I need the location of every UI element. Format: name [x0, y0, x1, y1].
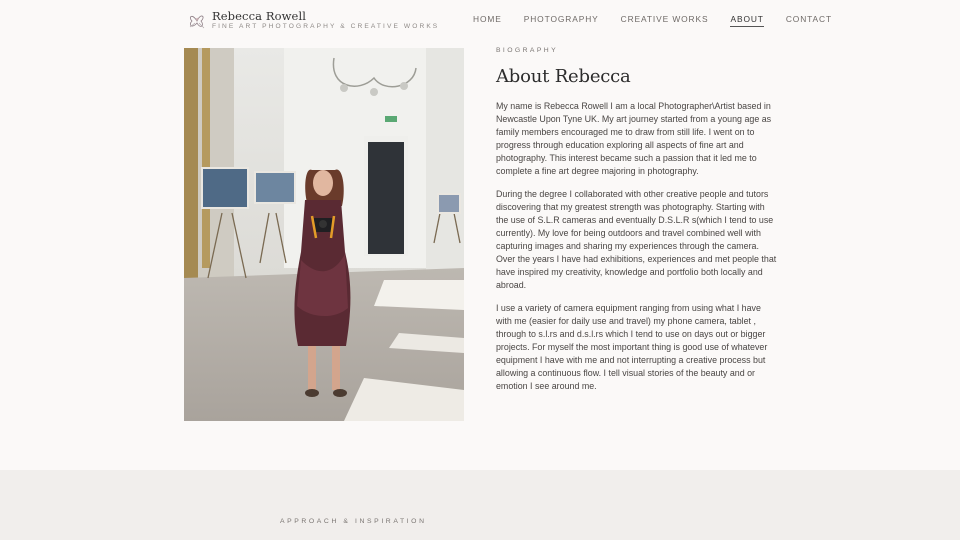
- portrait-photo-illustration: [184, 48, 464, 421]
- site-name: Rebecca Rowell: [212, 9, 307, 23]
- nav-home[interactable]: HOME: [473, 14, 502, 27]
- nav-contact[interactable]: CONTACT: [786, 14, 832, 27]
- biography-eyebrow: BIOGRAPHY: [496, 47, 559, 54]
- nav-creative-works[interactable]: CREATIVE WORKS: [621, 14, 709, 27]
- brand-text: Rebecca Rowell FINE ART PHOTOGRAPHY & CR…: [212, 9, 440, 31]
- flower-sketch-icon: [189, 15, 205, 29]
- site-header: Rebecca Rowell FINE ART PHOTOGRAPHY & CR…: [0, 0, 960, 40]
- nav-photography[interactable]: PHOTOGRAPHY: [524, 14, 599, 27]
- bio-paragraph: During the degree I collaborated with ot…: [496, 189, 777, 290]
- site-tagline: FINE ART PHOTOGRAPHY & CREATIVE WORKS: [212, 23, 440, 30]
- nav-about[interactable]: ABOUT: [730, 14, 764, 27]
- page-title: About Rebecca: [496, 66, 631, 87]
- main-nav: HOME PHOTOGRAPHY CREATIVE WORKS ABOUT CO…: [473, 14, 832, 27]
- approach-eyebrow: APPROACH & INSPIRATION: [280, 518, 427, 525]
- bio-paragraph: I use a variety of camera equipment rang…: [496, 303, 768, 391]
- biography-text: My name is Rebecca Rowell I am a local P…: [496, 100, 778, 403]
- brand[interactable]: Rebecca Rowell FINE ART PHOTOGRAPHY & CR…: [186, 10, 439, 31]
- approach-section: APPROACH & INSPIRATION: [0, 470, 960, 540]
- bio-paragraph: My name is Rebecca Rowell I am a local P…: [496, 101, 772, 176]
- portrait-photo: [184, 48, 464, 421]
